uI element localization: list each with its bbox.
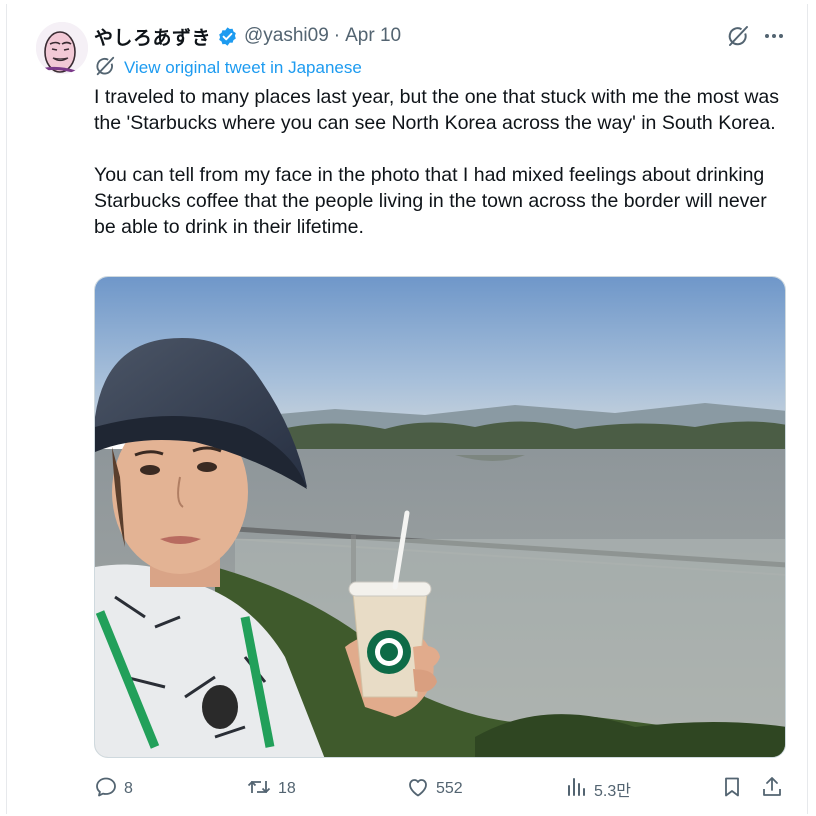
share-icon <box>760 775 784 804</box>
tweet-header: やしろあずき @yashi09 · Apr 10 <box>94 22 401 50</box>
display-name[interactable]: やしろあずき <box>94 23 211 50</box>
tweet-date[interactable]: Apr 10 <box>345 25 401 47</box>
reply-count: 8 <box>124 780 133 797</box>
views-button[interactable]: 5.3만 <box>564 772 631 806</box>
views-icon <box>564 775 588 804</box>
translate-row: View original tweet in Japanese <box>94 56 362 80</box>
more-icon[interactable] <box>762 24 786 48</box>
tweet-photo[interactable] <box>94 276 786 758</box>
repost-icon <box>246 775 272 804</box>
like-count: 552 <box>436 780 463 797</box>
reply-icon <box>94 775 118 804</box>
like-icon <box>406 775 430 804</box>
like-button[interactable]: 552 <box>406 772 463 806</box>
reply-button[interactable]: 8 <box>94 772 133 806</box>
tweet-actions: 8 18 552 5.3만 <box>94 772 786 806</box>
bookmark-button[interactable] <box>720 772 744 806</box>
avatar[interactable] <box>36 22 88 74</box>
view-original-link[interactable]: View original tweet in Japanese <box>124 58 362 78</box>
repost-button[interactable]: 18 <box>246 772 296 806</box>
verified-badge-icon <box>217 26 238 47</box>
tweet-paragraph: You can tell from my face in the photo t… <box>94 164 767 238</box>
repost-count: 18 <box>278 780 296 797</box>
tweet-paragraph: I traveled to many places last year, but… <box>94 86 780 134</box>
grok-icon[interactable] <box>726 24 750 48</box>
separator: · <box>333 25 341 46</box>
views-count: 5.3만 <box>594 783 631 800</box>
bookmark-icon <box>720 775 744 804</box>
user-handle[interactable]: @yashi09 <box>244 25 329 47</box>
tweet-text: I traveled to many places last year, but… <box>94 84 786 240</box>
share-button[interactable] <box>760 772 784 806</box>
translate-icon <box>94 55 116 82</box>
